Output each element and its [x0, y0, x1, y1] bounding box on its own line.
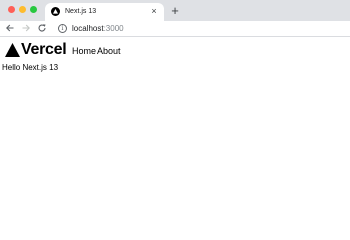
close-tab-icon[interactable]: ×	[149, 6, 159, 16]
tab-strip: Next.js 13 × +	[0, 0, 350, 21]
info-icon[interactable]: i	[58, 24, 67, 33]
logo-text: Vercel	[21, 41, 67, 58]
nav-link-about[interactable]: About	[97, 46, 121, 57]
nav-link-home[interactable]: Home	[72, 46, 96, 57]
url-text[interactable]: localhost:3000	[72, 24, 124, 34]
browser-tab[interactable]: Next.js 13 ×	[45, 3, 164, 21]
url-port: :3000	[103, 24, 124, 33]
close-window-button[interactable]	[8, 6, 15, 13]
tab-title: Next.js 13	[65, 8, 97, 15]
browser-window: Next.js 13 × + i localhost:3000 Vercel H…	[0, 0, 350, 200]
maximize-window-button[interactable]	[30, 6, 37, 13]
new-tab-button[interactable]: +	[168, 4, 182, 18]
greeting-text: Hello Next.js 13	[2, 63, 59, 72]
minimize-window-button[interactable]	[19, 6, 26, 13]
url-host: localhost	[72, 24, 104, 33]
vercel-favicon-icon	[51, 7, 60, 16]
reload-icon	[38, 24, 46, 32]
vercel-triangle-icon	[5, 43, 20, 57]
reload-button[interactable]	[36, 22, 48, 35]
arrow-left-icon	[6, 24, 14, 32]
forward-button[interactable]	[20, 22, 32, 35]
browser-toolbar: i localhost:3000	[0, 21, 350, 37]
page-content: Vercel Home About Hello Next.js 13	[0, 37, 350, 200]
arrow-right-icon	[22, 24, 30, 32]
address-bar[interactable]: i localhost:3000	[54, 22, 344, 36]
back-button[interactable]	[4, 22, 16, 35]
